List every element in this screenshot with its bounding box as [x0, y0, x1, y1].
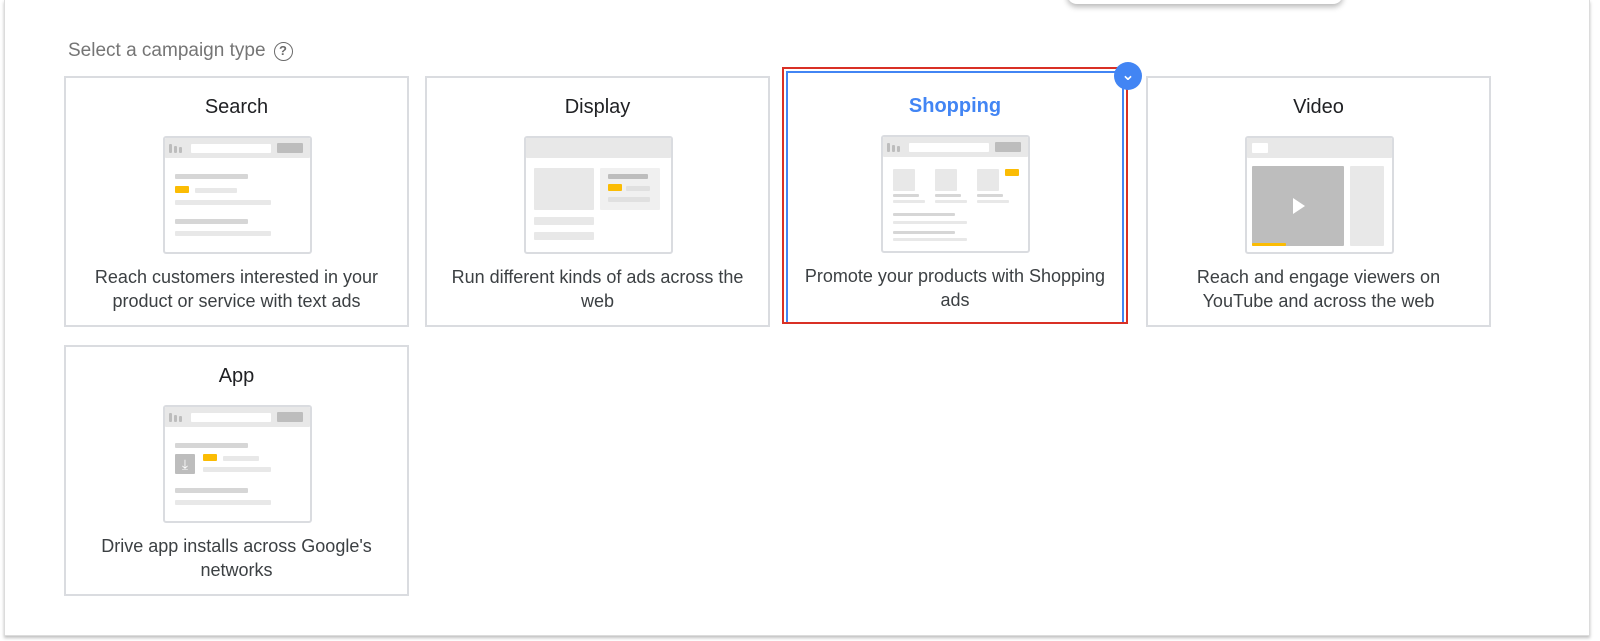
card-title: Display — [564, 96, 631, 118]
card-description: Drive app installs across Google's netwo… — [101, 536, 372, 580]
card-description: Run different kinds of ads across the we… — [451, 267, 744, 311]
card-title: Search — [204, 96, 269, 118]
shopping-illustration-icon — [881, 135, 1030, 253]
campaign-type-panel: Select a campaign type ? Search Reach cu… — [4, 0, 1590, 636]
campaign-card-app[interactable]: App ⤓ Drive app installs across Google's… — [64, 345, 409, 596]
campaign-card-shopping[interactable]: ⌄ Shopping Promote your products with Sh… — [782, 62, 1142, 324]
selected-check-icon: ⌄ — [1114, 62, 1142, 90]
card-description: Promote your products with Shopping ads — [804, 266, 1106, 310]
campaign-card-display[interactable]: Display Run different kinds of ads acros… — [425, 76, 770, 327]
campaign-card-video[interactable]: Video Reach and engage viewers on YouTub… — [1146, 76, 1491, 327]
card-title: App — [218, 365, 255, 387]
card-description: Reach customers interested in your produ… — [94, 267, 379, 311]
help-icon[interactable]: ? — [273, 41, 293, 61]
card-title: Shopping — [908, 95, 1002, 117]
search-illustration-icon — [163, 136, 312, 254]
card-description: Reach and engage viewers on YouTube and … — [1196, 267, 1441, 311]
app-illustration-icon: ⤓ — [163, 405, 312, 523]
campaign-card-search[interactable]: Search Reach customers interested in you… — [64, 76, 409, 327]
heading-label: Select a campaign type — [68, 40, 266, 61]
overlay-shadow — [1067, 0, 1343, 4]
card-title: Video — [1293, 96, 1344, 118]
play-icon — [1293, 198, 1305, 214]
video-illustration-icon — [1245, 136, 1394, 254]
section-heading: Select a campaign type ? — [68, 40, 293, 62]
display-illustration-icon — [524, 136, 673, 254]
